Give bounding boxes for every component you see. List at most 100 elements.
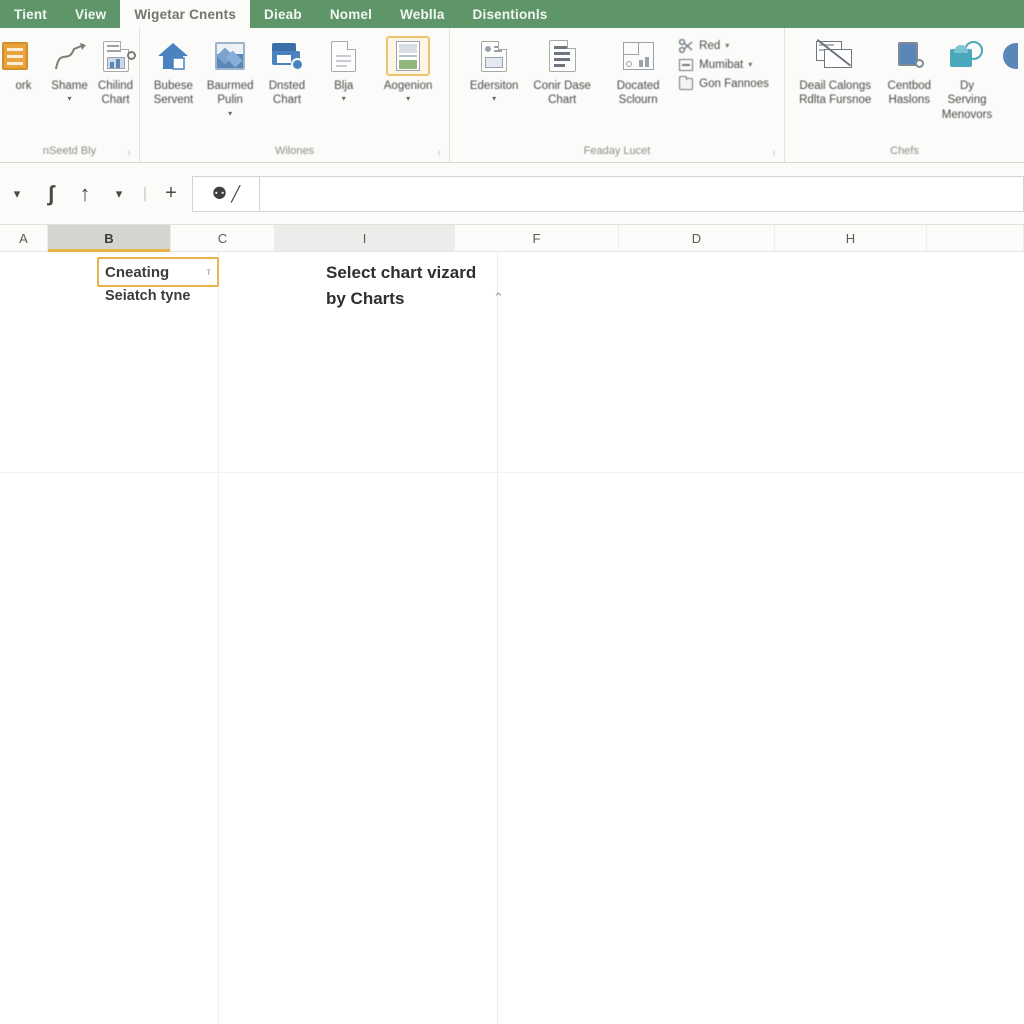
ribbon-group-label-text: Feaday Lucet (583, 145, 651, 157)
ribbon-button-bubese-servent-label: Bubese Servent (153, 80, 194, 107)
column-header-b[interactable]: B (48, 225, 171, 252)
blank-page-icon (322, 36, 366, 76)
ribbon-button-baurmed-pulin[interactable]: Baurmed Pulin ▾ (203, 32, 258, 118)
ribbon-tab-nomel[interactable]: Nomel (316, 0, 386, 28)
formula-bar: ▾ ʃ ↑ ▾ | + ⚉ ╱ (0, 163, 1024, 225)
grid-vertical-line (497, 252, 498, 1024)
dialog-launcher-icon[interactable]: ╵ (125, 145, 133, 160)
ribbon-button-conir-dase-chart[interactable]: Conir Dase Chart (525, 32, 599, 108)
column-header-h[interactable]: H (775, 225, 927, 251)
ribbon-tab-weblla[interactable]: Weblla (386, 0, 458, 28)
ribbon-button-dy-serving-menovors[interactable]: Dy Serving Menovors (939, 32, 995, 122)
chevron-down-icon[interactable]: ▾ (725, 41, 729, 50)
box-icon (677, 75, 694, 91)
curve-tool-icon[interactable]: ʃ (34, 181, 68, 207)
dialog-launcher-icon[interactable]: ╵ (770, 145, 778, 160)
column-header-i[interactable]: I (275, 225, 455, 251)
layout-grid-icon (616, 36, 660, 76)
ribbon-small-button-red-label: Red (699, 39, 721, 52)
ribbon-button-blja[interactable]: Blja ▾ (316, 32, 371, 103)
column-header-c[interactable]: C (171, 225, 275, 251)
ribbon-small-button-mumibat[interactable]: Mumibat ▾ (677, 57, 769, 72)
ribbon-button-ork-label: ork (15, 80, 32, 92)
chevron-down-icon[interactable]: ▾ (228, 109, 232, 118)
no-chart-icon (813, 36, 857, 76)
caret-up-icon: ⌃ (493, 290, 504, 305)
ribbon-group-label-text: Chefs (890, 145, 919, 157)
ribbon-button-conir-dase-chart-label: Conir Dase Chart (533, 80, 591, 107)
ribbon-button-dnsted-chart-label: Dnsted Chart (268, 80, 306, 107)
ribbon-tab-view[interactable]: View (61, 0, 120, 28)
ribbon-tab-disentionls[interactable]: Disentionls (459, 0, 562, 28)
folder-chart-icon (265, 36, 309, 76)
sheet-grid[interactable]: Cneating ᴛ Seiatch tyne Select chart viz… (0, 252, 1024, 1024)
chevron-down-icon-2[interactable]: ▾ (102, 186, 136, 202)
curve-chart-icon (48, 36, 92, 76)
dialog-launcher-icon[interactable]: ╵ (435, 145, 443, 160)
selected-cell-tick: ᴛ (206, 266, 211, 278)
ribbon-group-wilones: Bubese Servent Baurmed Pulin ▾ Dnsted Ch… (140, 28, 450, 162)
lined-doc-icon (540, 36, 584, 76)
ribbon-group-label-nseetd-bly: nSeetd Bly ╵ (0, 140, 139, 162)
blue-house-icon (151, 36, 195, 76)
ribbon-button-centbod-haslons-label: Centbod Haslons (887, 80, 932, 107)
selected-cell-b[interactable]: Cneating ᴛ (97, 257, 219, 287)
ribbon-button-chilind-chart[interactable]: Chilind Chart (94, 32, 138, 108)
ribbon-button-dnsted-chart[interactable]: Dnsted Chart (260, 32, 315, 108)
ribbon-group-chefs: Deail Calongs Rdlta Fursnoe Centbod Hasl… (785, 28, 1024, 162)
ribbon-button-aogenion[interactable]: Aogenion ▾ (373, 32, 443, 103)
ribbon-button-shame[interactable]: Shame ▾ (48, 32, 92, 103)
ribbon-tab-wigetar-cnents[interactable]: Wigetar Cnents (120, 0, 251, 28)
pen-icon: ╱ (231, 185, 241, 203)
name-box[interactable]: ⚉ ╱ (192, 175, 260, 212)
arrow-up-icon[interactable]: ↑ (68, 181, 102, 207)
grid-horizontal-line (0, 472, 1024, 473)
ribbon-button-ork[interactable]: ork (1, 32, 46, 93)
ribbon-small-button-mumibat-label: Mumibat (699, 58, 744, 71)
ribbon-small-button-gon-fannoes-label: Gon Fannoes (699, 77, 769, 90)
selected-cell-text: Cneating (105, 263, 170, 281)
formula-input[interactable] (260, 175, 1024, 212)
ribbon-tab-dieab[interactable]: Dieab (250, 0, 316, 28)
ribbon-button-shame-label: Shame (51, 80, 88, 92)
annotation-line-1: Select chart vizard (326, 263, 477, 282)
picture-icon (208, 36, 252, 76)
ribbon-button-centbod-haslons[interactable]: Centbod Haslons (881, 32, 937, 108)
orange-table-icon (1, 36, 46, 76)
grid-vertical-line (218, 252, 219, 1024)
chevron-down-icon[interactable]: ▾ (492, 94, 496, 103)
column-header-a[interactable]: A (0, 225, 48, 251)
cell-text-seiatch-tyne[interactable]: Seiatch tyne (105, 288, 190, 304)
ribbon-small-button-gon-fannoes[interactable]: Gon Fannoes (677, 75, 769, 91)
ribbon-button-blja-label: Blja (334, 80, 354, 92)
blue-circle-icon (997, 36, 1019, 76)
ribbon-button-bubese-servent[interactable]: Bubese Servent (146, 32, 201, 108)
plus-icon[interactable]: + (154, 182, 188, 205)
ribbon: ork Shame ▾ Chilind Chart nSeetd Bly ╵ B… (0, 28, 1024, 163)
chevron-down-icon[interactable]: ▾ (748, 60, 752, 69)
ribbon-group-label-text: nSeetd Bly (42, 145, 97, 157)
form-doc-icon (472, 36, 516, 76)
ribbon-button-deail-calongs[interactable]: Deail Calongs Rdlta Fursnoe (791, 32, 879, 108)
chevron-down-icon[interactable]: ▾ (406, 94, 410, 103)
ribbon-small-button-red[interactable]: Red ▾ (677, 38, 769, 53)
ribbon-tab-tient[interactable]: Tient (0, 0, 61, 28)
column-header-d[interactable]: D (619, 225, 775, 251)
column-header-f[interactable]: F (455, 225, 619, 251)
ribbon-button-docated-sclourn-label: Docated Sclourn (616, 80, 660, 107)
ribbon-button-dy-serving-menovors-label: Dy Serving Menovors (941, 80, 993, 121)
ribbon-button-docated-sclourn[interactable]: Docated Sclourn (601, 32, 675, 108)
ribbon-group-feaday-lucet: Edersiton ▾ Conir Dase Chart Docated Scl… (450, 28, 785, 162)
ribbon-button-deail-calongs-label: Deail Calongs Rdlta Fursnoe (799, 80, 872, 107)
ribbon-button-chilind-chart-label: Chilind Chart (97, 80, 134, 107)
ribbon-button-baurmed-pulin-label: Baurmed Pulin (206, 80, 254, 107)
column-header-last[interactable] (927, 225, 1024, 251)
teal-shapes-icon (945, 36, 989, 76)
chevron-down-icon[interactable]: ▾ (342, 94, 346, 103)
ribbon-button-edersiton-label: Edersiton (469, 80, 519, 92)
chevron-down-icon[interactable]: ▾ (67, 94, 71, 103)
chevron-down-icon[interactable]: ▾ (0, 186, 34, 202)
ribbon-button-edersiton[interactable]: Edersiton ▾ (465, 32, 523, 103)
ribbon-button-partial[interactable] (997, 32, 1019, 79)
ribbon-group-label-wilones: Wilones ╵ (140, 140, 449, 162)
